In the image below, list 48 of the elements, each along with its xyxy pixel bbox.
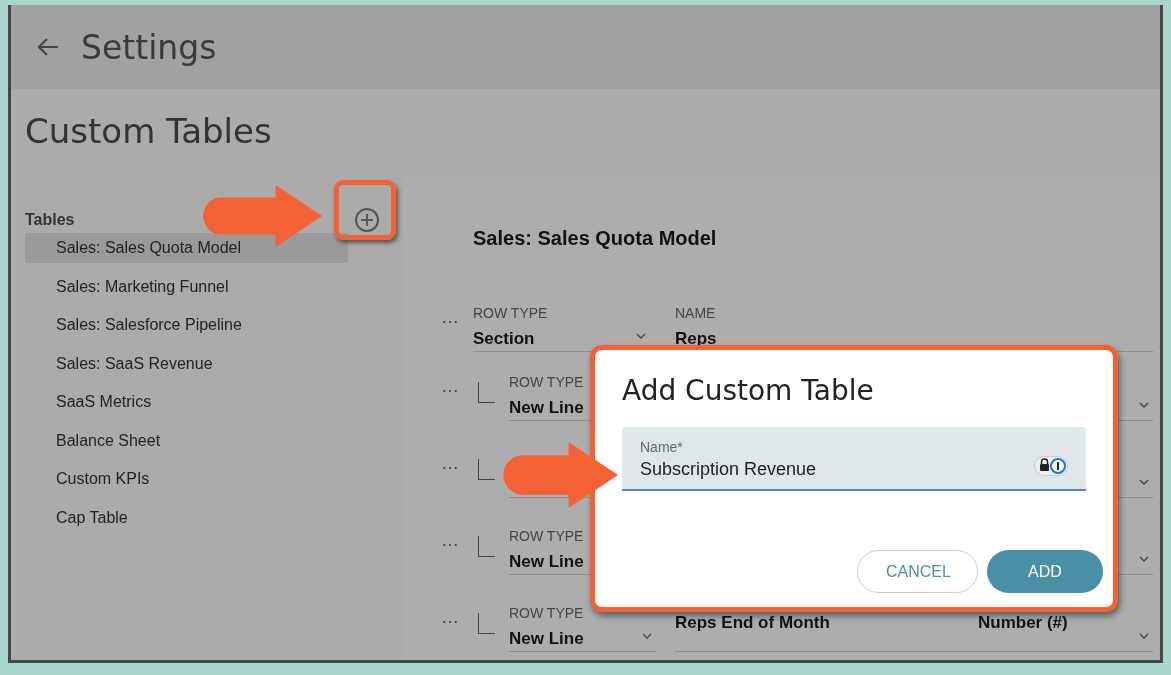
field-value[interactable]: Section bbox=[473, 330, 535, 349]
page-title: Custom Tables bbox=[24, 110, 273, 153]
sidebar-item[interactable]: Cap Table bbox=[25, 502, 348, 533]
sidebar-heading: Tables bbox=[25, 211, 75, 229]
sidebar-item[interactable]: Sales: Marketing Funnel bbox=[25, 271, 348, 302]
field-label: ROW TYPE bbox=[509, 374, 584, 390]
header-title: Settings bbox=[81, 27, 217, 67]
chevron-down-icon[interactable] bbox=[1139, 402, 1149, 408]
field-value[interactable]: Reps End of Month bbox=[675, 614, 830, 633]
chevron-down-icon[interactable] bbox=[1139, 479, 1149, 485]
row-menu[interactable]: … bbox=[441, 305, 473, 374]
tree-connector bbox=[478, 613, 495, 634]
tree-connector bbox=[478, 382, 495, 403]
row-menu[interactable]: … bbox=[441, 374, 473, 451]
field-value[interactable]: New Line bbox=[509, 630, 584, 649]
tree-connector bbox=[478, 459, 495, 480]
add-button[interactable]: ADD bbox=[987, 550, 1103, 593]
chevron-down-icon[interactable] bbox=[642, 633, 652, 639]
tree-connector bbox=[478, 536, 495, 557]
cancel-button[interactable]: CANCEL bbox=[857, 550, 978, 593]
password-manager-icon[interactable] bbox=[1034, 456, 1068, 476]
row-menu[interactable]: … bbox=[441, 528, 473, 605]
field-value[interactable]: Reps bbox=[675, 330, 717, 349]
chevron-down-icon[interactable] bbox=[1139, 633, 1149, 639]
field-value[interactable]: New Line bbox=[509, 553, 584, 572]
sidebar-item[interactable]: Sales: SaaS Revenue bbox=[25, 348, 348, 379]
row-menu[interactable]: … bbox=[441, 451, 473, 528]
sidebar-item[interactable]: Sales: Salesforce Pipeline bbox=[25, 310, 348, 340]
sidebar-item[interactable]: Custom KPIs bbox=[25, 464, 348, 494]
chevron-down-icon[interactable] bbox=[1139, 556, 1149, 562]
field-label: ROW TYPE bbox=[473, 305, 548, 321]
field-label: ROW TYPE bbox=[509, 528, 584, 544]
highlight-frame bbox=[334, 180, 396, 240]
field-label: NAME bbox=[675, 305, 716, 321]
table-title: Sales: Sales Quota Model bbox=[473, 227, 718, 250]
field-value[interactable]: Number (#) bbox=[978, 614, 1068, 633]
sidebar-item[interactable]: SaaS Metrics bbox=[25, 387, 348, 417]
sidebar-item[interactable]: Sales: Sales Quota Model bbox=[25, 233, 348, 263]
row-menu[interactable]: … bbox=[441, 605, 473, 660]
dialog-title: Add Custom Table bbox=[622, 374, 875, 407]
add-icon[interactable] bbox=[354, 207, 380, 233]
name-input[interactable]: Subscription Revenue bbox=[640, 459, 980, 480]
chevron-down-icon[interactable] bbox=[636, 333, 646, 339]
field-label: Name* bbox=[640, 439, 684, 455]
field-value[interactable]: New Line bbox=[509, 399, 584, 418]
sidebar-item[interactable]: Balance Sheet bbox=[25, 425, 348, 456]
back-arrow-icon[interactable] bbox=[37, 37, 59, 57]
field-label: ROW TYPE bbox=[509, 605, 584, 621]
